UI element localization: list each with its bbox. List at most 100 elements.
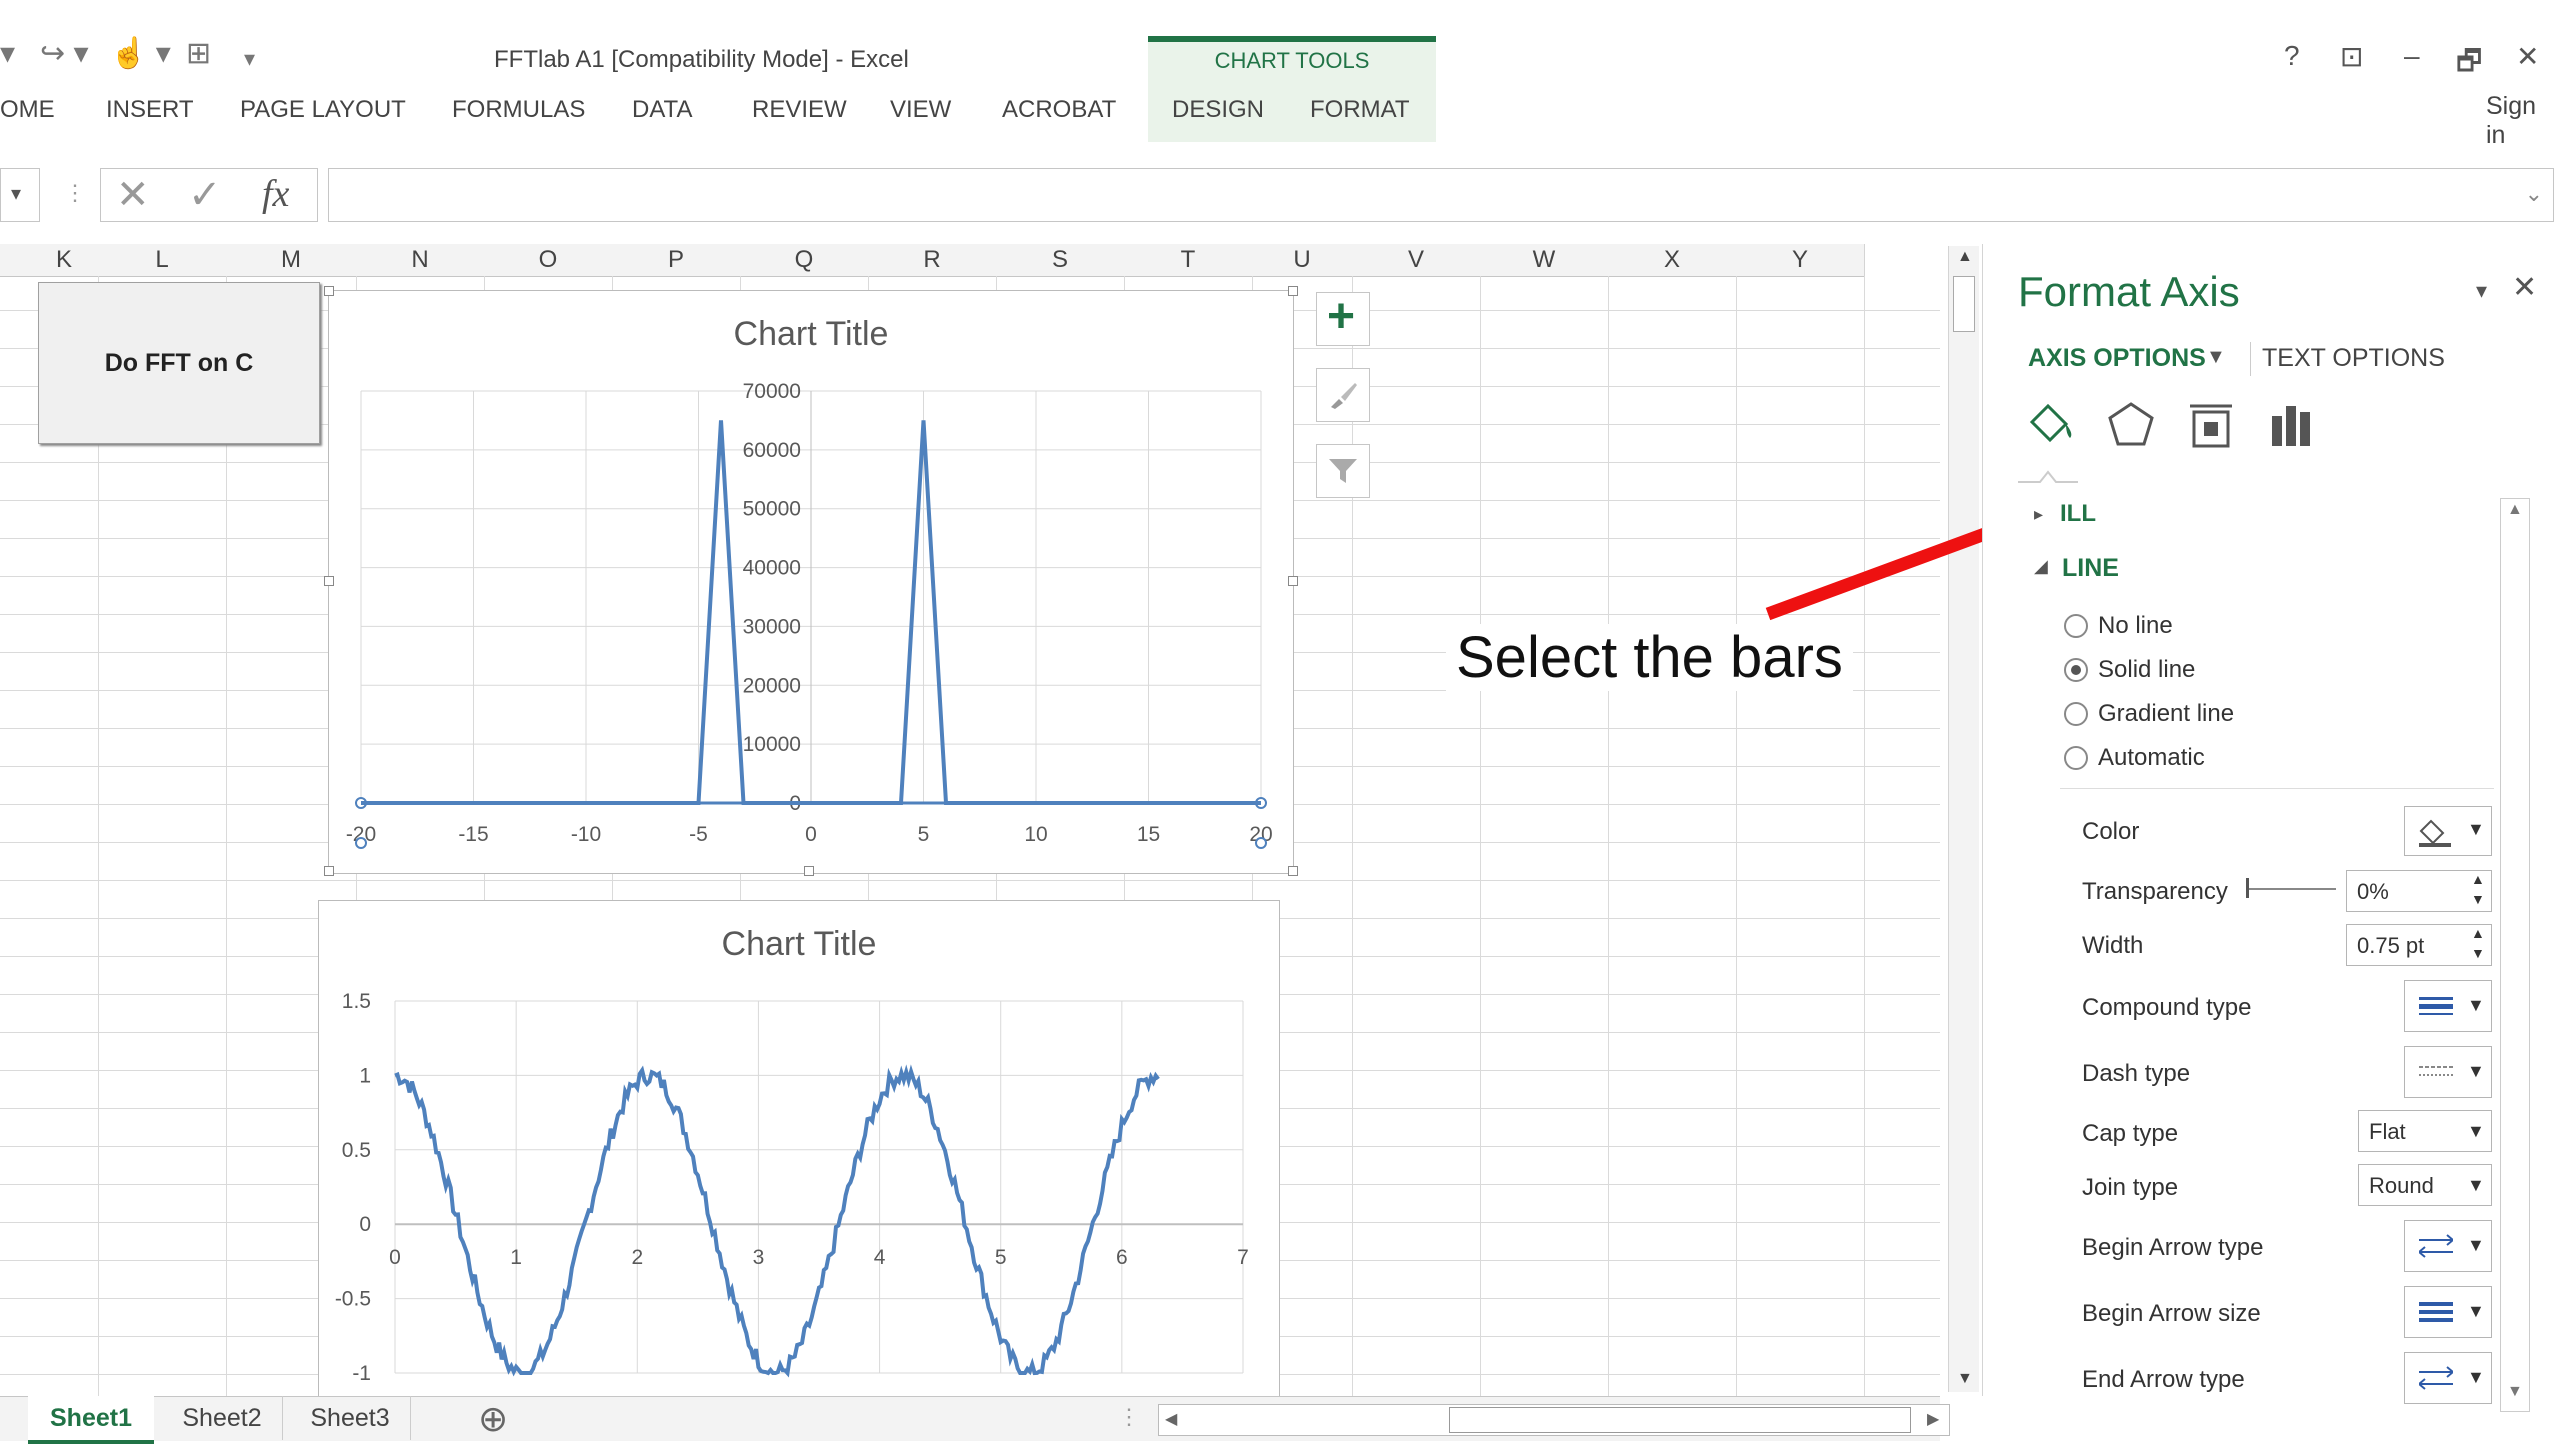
scroll-up-icon[interactable]: ▲ [1957, 248, 1973, 266]
transparency-slider-thumb[interactable] [2246, 878, 2249, 898]
undo-dropdown[interactable]: ▾ [0, 36, 15, 71]
tab-format[interactable]: FORMAT [1310, 96, 1410, 124]
cancel-icon[interactable]: ✕ [116, 172, 150, 218]
spin-down-icon[interactable]: ▼ [2471, 891, 2485, 907]
tab-design[interactable]: DESIGN [1172, 96, 1264, 124]
ribbon-display-button[interactable]: ⊡ [2340, 40, 2363, 73]
column-header-s[interactable]: S [996, 244, 1125, 277]
column-header-t[interactable]: T [1124, 244, 1253, 277]
transparency-input[interactable]: 0% ▲ ▼ [2346, 870, 2492, 912]
size-properties-icon[interactable] [2186, 400, 2236, 450]
tab-formulas[interactable]: FORMULAS [452, 96, 585, 124]
spin-up-icon[interactable]: ▲ [2471, 925, 2485, 941]
begin-arrow-size-dropdown[interactable]: ▼ [2404, 1286, 2492, 1338]
chevron-down-icon[interactable]: ▼ [2206, 346, 2226, 369]
expand-line-icon[interactable]: ◢ [2034, 556, 2048, 577]
column-header-p[interactable]: P [612, 244, 741, 277]
redo-button[interactable]: ↪ ▾ [40, 36, 89, 71]
select-all-corner[interactable] [0, 244, 31, 277]
spin-up-icon[interactable]: ▲ [2471, 871, 2485, 887]
tab-text-options[interactable]: TEXT OPTIONS [2262, 344, 2445, 373]
tab-review[interactable]: REVIEW [752, 96, 847, 124]
radio-label-solid-line[interactable]: Solid line [2098, 656, 2195, 684]
column-header-v[interactable]: V [1352, 244, 1481, 277]
chart-elements-button[interactable]: + [1316, 290, 1370, 346]
maximize-button[interactable]: 🗗 [2456, 40, 2482, 88]
column-header-m[interactable]: M [226, 244, 357, 277]
scroll-left-icon[interactable]: ◀ [1165, 1409, 1177, 1429]
touch-mode-button[interactable]: ☝ ▾ [110, 36, 171, 71]
column-header-u[interactable]: U [1252, 244, 1353, 277]
close-button[interactable]: ✕ [2516, 40, 2539, 73]
resize-handle[interactable] [324, 286, 334, 296]
scroll-down-icon[interactable]: ▼ [1957, 1370, 1973, 1388]
line-section-header[interactable]: LINE [2062, 554, 2119, 583]
column-header-o[interactable]: O [484, 244, 613, 277]
compound-type-dropdown[interactable]: ▼ [2404, 980, 2492, 1032]
radio-label-automatic[interactable]: Automatic [2098, 744, 2205, 772]
column-header-k[interactable]: K [30, 244, 99, 277]
join-type-dropdown[interactable]: Round ▼ [2358, 1164, 2492, 1206]
customize-qat-button[interactable]: ▾ [244, 46, 255, 72]
tab-acrobat[interactable]: ACROBAT [1002, 96, 1116, 124]
transparency-slider[interactable] [2246, 888, 2336, 890]
help-button[interactable]: ? [2284, 40, 2300, 72]
spin-down-icon[interactable]: ▼ [2471, 945, 2485, 961]
effects-icon[interactable] [2106, 400, 2156, 450]
column-header-n[interactable]: N [356, 244, 485, 277]
axis-options-bar-icon[interactable] [2268, 400, 2318, 450]
resize-handle[interactable] [1288, 866, 1298, 876]
pane-close-icon[interactable]: ✕ [2512, 270, 2537, 305]
column-header-y[interactable]: Y [1736, 244, 1865, 277]
column-header-w[interactable]: W [1480, 244, 1609, 277]
sign-in-link[interactable]: Sign in [2486, 92, 2560, 150]
fill-section-header[interactable]: ILL [2060, 500, 2096, 528]
column-header-q[interactable]: Q [740, 244, 869, 277]
radio-solid-line[interactable] [2064, 658, 2088, 682]
column-header-l[interactable]: L [98, 244, 227, 277]
insert-function-button[interactable]: fx [262, 172, 289, 216]
sheet-tab-2[interactable]: Sheet2 [162, 1396, 283, 1440]
tab-data[interactable]: DATA [632, 96, 692, 124]
tab-page-layout[interactable]: PAGE LAYOUT [240, 96, 406, 124]
begin-arrow-type-dropdown[interactable]: ▼ [2404, 1220, 2492, 1272]
expand-formula-icon[interactable]: ⌄ [2525, 181, 2543, 207]
color-picker-button[interactable]: ▼ [2404, 806, 2492, 856]
formula-input[interactable]: ⌄ [328, 168, 2554, 222]
hscroll-thumb[interactable] [1449, 1407, 1911, 1433]
radio-gradient-line[interactable] [2064, 702, 2088, 726]
cap-type-dropdown[interactable]: Flat ▼ [2358, 1110, 2492, 1152]
collapse-fill-icon[interactable]: ▸ [2034, 504, 2043, 525]
column-header-r[interactable]: R [868, 244, 997, 277]
minimize-button[interactable]: – [2404, 40, 2420, 72]
resize-handle[interactable] [324, 576, 334, 586]
resize-handle[interactable] [804, 866, 814, 876]
enter-icon[interactable]: ✓ [188, 172, 222, 218]
new-sheet-button[interactable]: ⊕ [478, 1398, 508, 1440]
tab-view[interactable]: VIEW [890, 96, 951, 124]
scrollbar-thumb[interactable] [1953, 276, 1975, 332]
tab-split-handle[interactable]: ⋮ [1118, 1404, 1140, 1430]
sheet-tab-3[interactable]: Sheet3 [290, 1396, 411, 1440]
end-arrow-type-dropdown[interactable]: ▼ [2404, 1352, 2492, 1404]
chart-filters-button[interactable] [1316, 444, 1370, 498]
radio-automatic[interactable] [2064, 746, 2088, 770]
tab-home[interactable]: OME [0, 96, 55, 124]
tab-axis-options[interactable]: AXIS OPTIONS [2028, 344, 2206, 373]
fill-line-icon[interactable] [2026, 400, 2080, 450]
do-fft-button[interactable]: Do FFT on C [38, 282, 320, 444]
dash-type-dropdown[interactable]: ▼ [2404, 1046, 2492, 1098]
pane-scrollbar[interactable]: ▲ ▼ [2500, 498, 2530, 1412]
fft-chart[interactable]: Chart Title 0100002000030000400005000060… [328, 290, 1294, 874]
tab-insert[interactable]: INSERT [106, 96, 194, 124]
name-box-dropdown[interactable]: ▾ [0, 168, 40, 222]
scroll-right-icon[interactable]: ▶ [1927, 1409, 1939, 1429]
width-input[interactable]: 0.75 pt ▲ ▼ [2346, 924, 2492, 966]
signal-chart[interactable]: Chart Title 0 1 2 3 4 5 6 7 -1 -0.5 0 0.5 1 1.5 [318, 900, 1280, 1402]
chart-styles-button[interactable] [1316, 368, 1370, 422]
sheet-tab-1[interactable]: Sheet1 [28, 1396, 154, 1444]
radio-label-no-line[interactable]: No line [2098, 612, 2173, 640]
filter-icon[interactable]: ⊞ [186, 36, 211, 71]
column-header-x[interactable]: X [1608, 244, 1737, 277]
resize-handle[interactable] [1288, 576, 1298, 586]
